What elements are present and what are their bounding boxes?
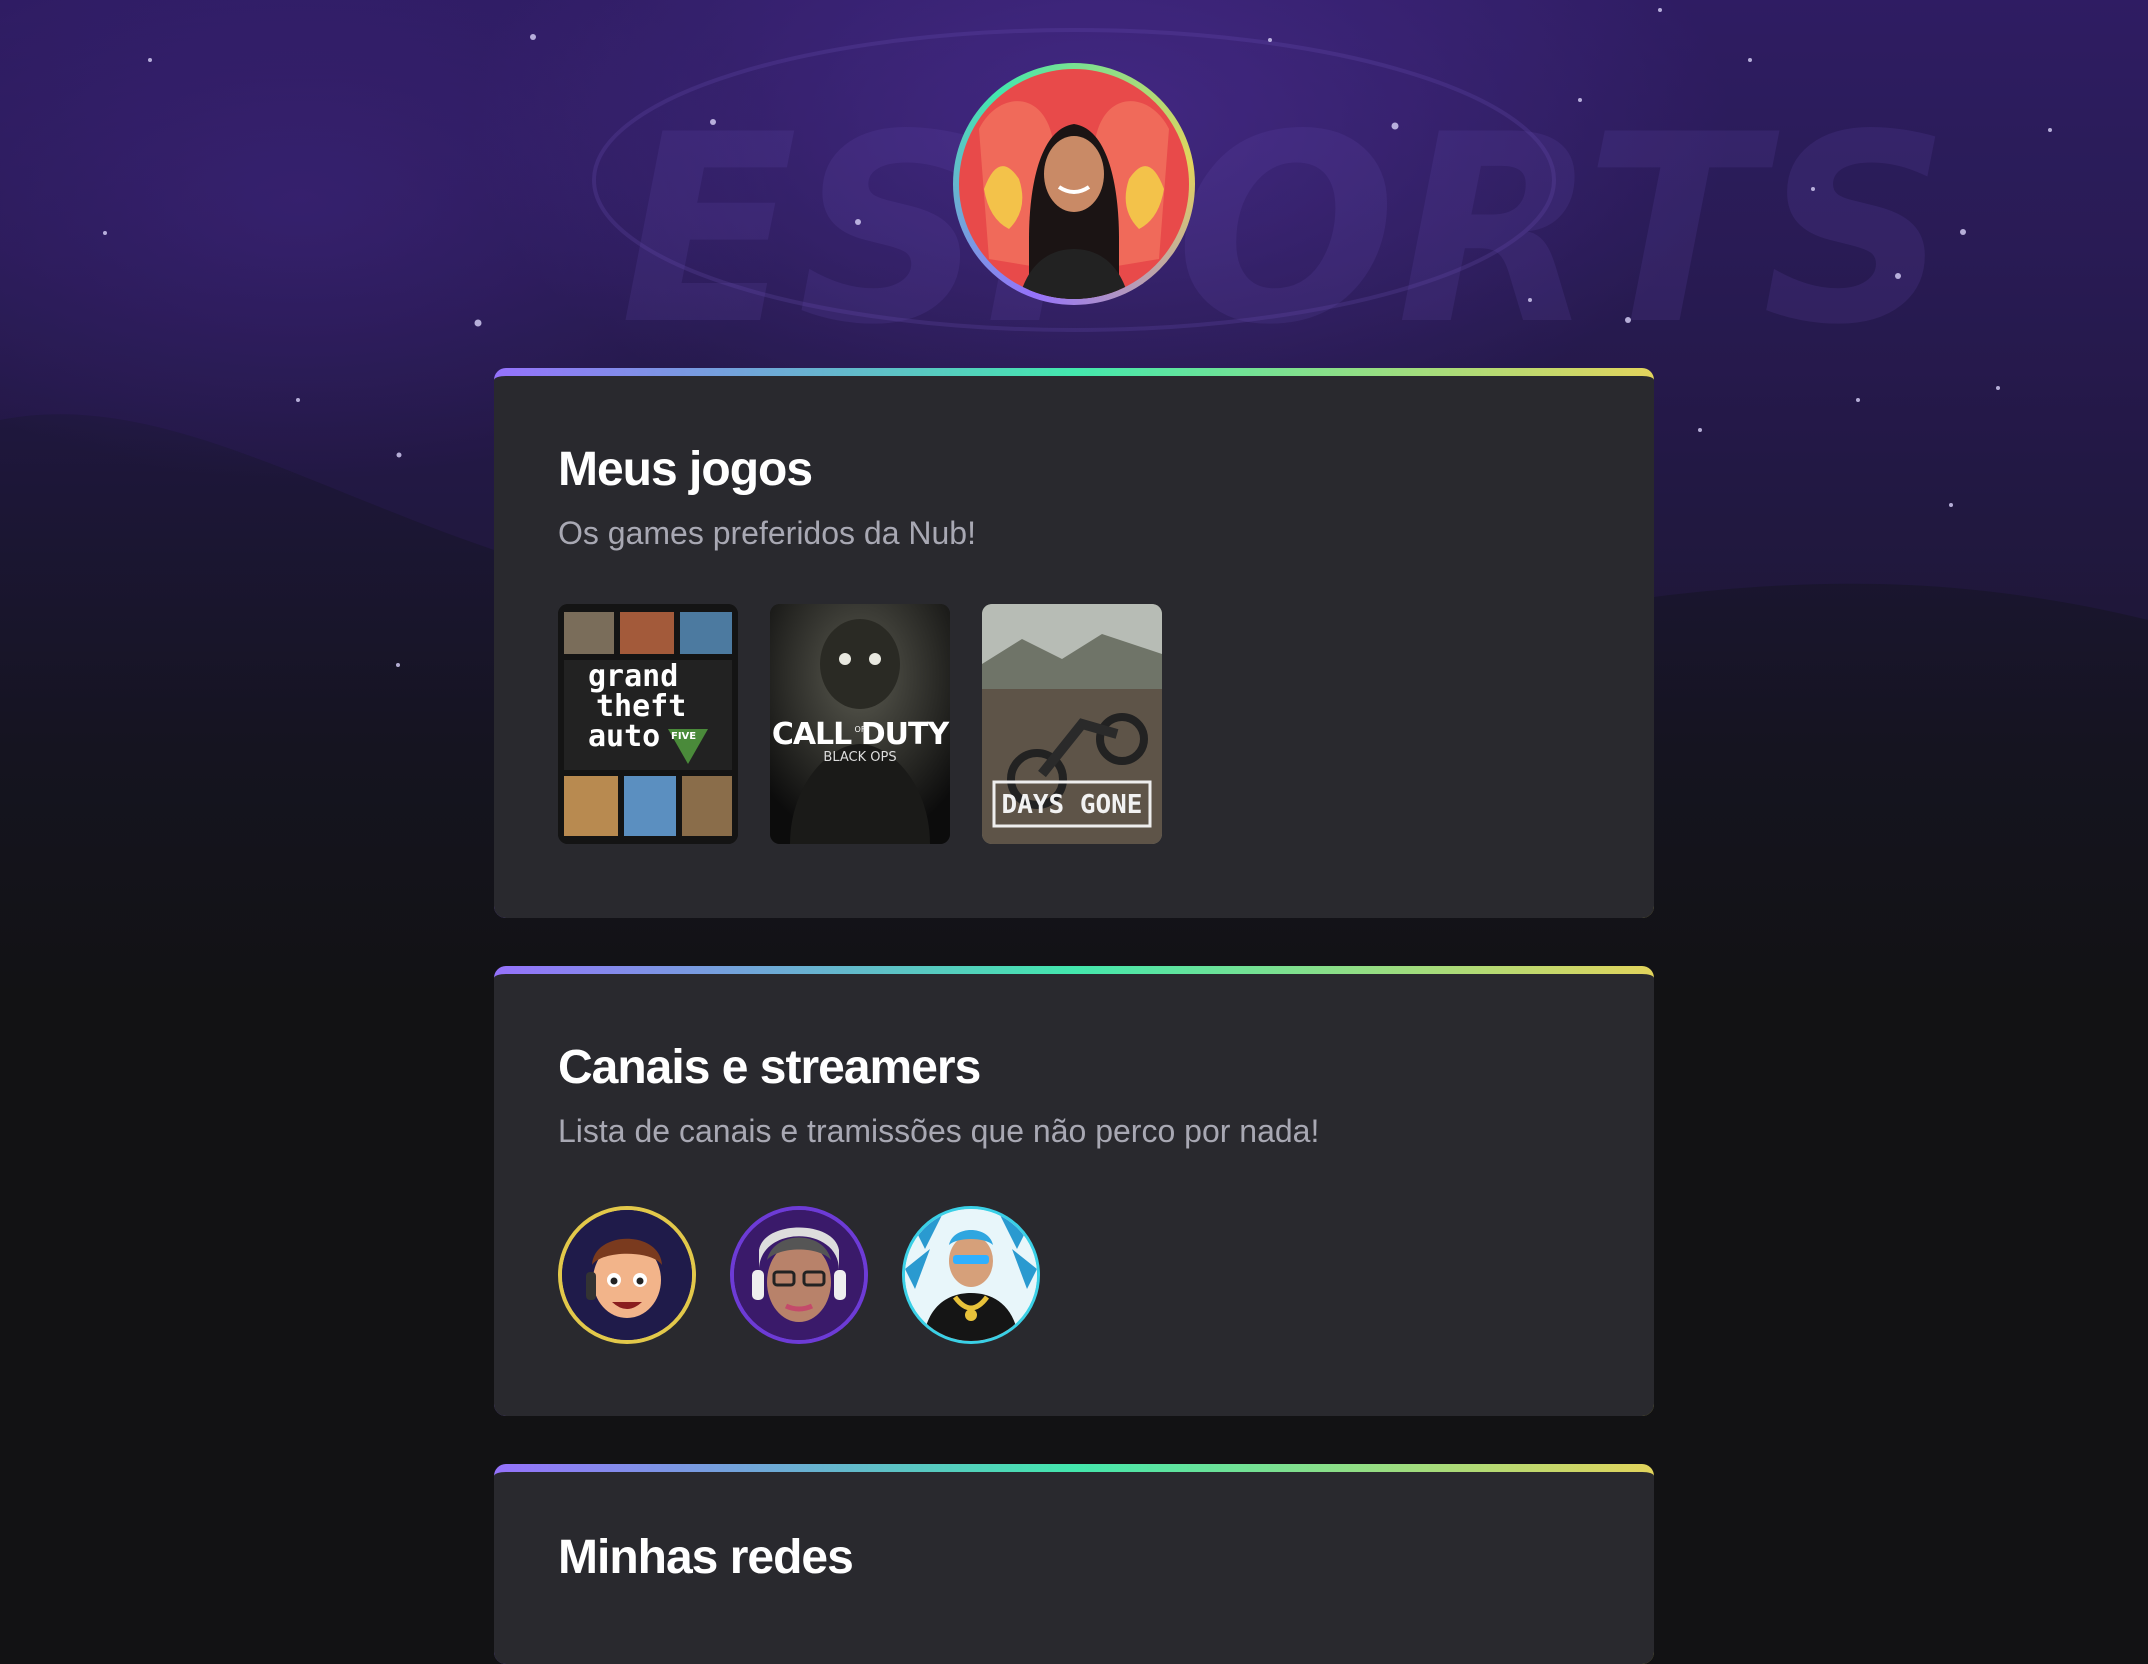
- streamer-avatar-2-icon: [734, 1210, 864, 1340]
- days-gone-title: DAYS GONE: [1002, 790, 1143, 820]
- game-card-gta-v[interactable]: grand theft auto FIVE: [558, 604, 738, 844]
- cod-title: CALL DUTY: [772, 717, 950, 752]
- gta-badge: FIVE: [671, 731, 696, 742]
- socials-section-title: Minhas redes: [558, 1531, 854, 1584]
- streamers-list: [558, 1206, 1590, 1344]
- games-list: grand theft auto FIVE CALL DUTY OF BLACK…: [558, 604, 1590, 844]
- gta-v-cover-icon: grand theft auto FIVE: [558, 604, 738, 844]
- profile-photo-icon: [959, 69, 1189, 299]
- cod-of: OF: [855, 725, 866, 734]
- gta-line3: auto: [588, 719, 660, 754]
- call-of-duty-cover-icon: CALL DUTY OF BLACK OPS: [770, 604, 950, 844]
- games-section-title: Meus jogos: [558, 443, 813, 496]
- streamer-link-3[interactable]: [902, 1206, 1040, 1344]
- cod-subtitle: BLACK OPS: [823, 750, 896, 765]
- streamers-section-title: Canais e streamers: [558, 1041, 981, 1094]
- streamer-avatar-3-icon: [905, 1209, 1037, 1341]
- streamer-link-2[interactable]: [730, 1206, 868, 1344]
- streamer-link-1[interactable]: [558, 1206, 696, 1344]
- streamer-avatar-1-icon: [562, 1210, 692, 1340]
- games-section-subtitle: Os games preferidos da Nub!: [558, 515, 976, 551]
- streamers-card: Canais e streamers Lista de canais e tra…: [494, 966, 1654, 1416]
- game-card-days-gone[interactable]: DAYS GONE: [982, 604, 1162, 844]
- profile-avatar[interactable]: [953, 63, 1195, 305]
- socials-card: Minhas redes: [494, 1464, 1654, 1664]
- game-card-call-of-duty[interactable]: CALL DUTY OF BLACK OPS: [770, 604, 950, 844]
- streamers-section-subtitle: Lista de canais e tramissões que não per…: [558, 1113, 1320, 1149]
- games-card: Meus jogos Os games preferidos da Nub! g…: [494, 368, 1654, 918]
- days-gone-cover-icon: DAYS GONE: [982, 604, 1162, 844]
